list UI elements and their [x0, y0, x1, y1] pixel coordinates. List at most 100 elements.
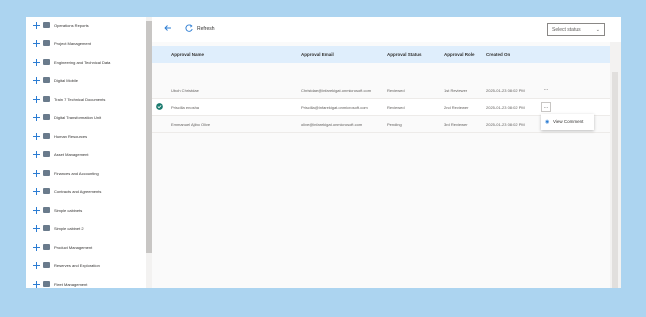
- folder-icon: [43, 114, 50, 120]
- expand-icon[interactable]: [33, 21, 40, 29]
- cell-created: 2025-01-23 08:02 PM: [486, 105, 525, 110]
- sidebar-item-engineering[interactable]: Engineering and Technical Data: [33, 56, 110, 68]
- sidebar-item-fleet[interactable]: Fleet Management: [33, 278, 87, 288]
- folder-icon: [43, 133, 50, 139]
- main-panel: Refresh Select status ⌄ Approval Name Ap…: [152, 17, 621, 288]
- sidebar-item-simple-cabinet-2[interactable]: Simple cabinet 2: [33, 222, 84, 234]
- folder-icon: [43, 225, 50, 231]
- folder-icon: [43, 96, 50, 102]
- column-header-email[interactable]: Approval Email: [301, 52, 334, 57]
- folder-icon: [43, 207, 50, 213]
- expand-icon[interactable]: [33, 95, 40, 103]
- folder-icon: [43, 281, 50, 287]
- folder-icon: [43, 77, 50, 83]
- status-filter-select[interactable]: Select status ⌄: [547, 23, 605, 36]
- sidebar-tree: Operations Reports Project Management En…: [26, 17, 152, 288]
- sidebar-item-reserves[interactable]: Reserves and Exploration: [33, 259, 100, 271]
- expand-icon[interactable]: [33, 113, 40, 121]
- expand-icon[interactable]: [33, 39, 40, 47]
- cell-status: Reviewed: [387, 105, 405, 110]
- chevron-down-icon: ⌄: [595, 27, 600, 33]
- expand-icon[interactable]: [33, 132, 40, 140]
- table-row[interactable]: Uboh Christdae Christdae@infarekigat.onm…: [152, 82, 610, 99]
- folder-icon: [43, 22, 50, 28]
- view-comment-menu-item[interactable]: View Comment: [553, 119, 583, 124]
- cell-name: Uboh Christdae: [171, 88, 199, 93]
- sidebar-item-asset-management[interactable]: Asset Management: [33, 148, 88, 160]
- folder-icon: [43, 40, 50, 46]
- sidebar-item-label: Fleet Management: [54, 281, 88, 287]
- column-header-created[interactable]: Created On: [486, 52, 510, 57]
- grid-header: Approval Name Approval Email Approval St…: [152, 46, 610, 63]
- cell-created: 2025-01-23 08:02 PM: [486, 88, 525, 93]
- cell-email: Priscilla@infarekigat.onmicrosoft.com: [301, 105, 368, 110]
- sidebar-item-label: Simple cabinets: [54, 207, 83, 213]
- sidebar-item-label: Digital Transformation Unit: [54, 114, 102, 120]
- sidebar-item-label: Project Management: [54, 40, 91, 46]
- folder-icon: [43, 151, 50, 157]
- row-more-button[interactable]: ...: [541, 102, 551, 112]
- cell-created: 2025-01-23 08:02 PM: [486, 122, 525, 127]
- sidebar-item-digital-mobile[interactable]: Digital Mobile: [33, 74, 78, 86]
- expand-icon[interactable]: [33, 58, 40, 66]
- expand-icon[interactable]: [33, 243, 40, 251]
- cell-status: Pending: [387, 122, 402, 127]
- sidebar-item-label: Reserves and Exploration: [54, 262, 100, 268]
- sidebar-item-label: Simple cabinet 2: [54, 225, 84, 231]
- sidebar-item-finances[interactable]: Finances and Accounting: [33, 167, 99, 179]
- expand-icon[interactable]: [33, 224, 40, 232]
- expand-icon[interactable]: [33, 280, 40, 288]
- grid-scroll-thumb[interactable]: [612, 72, 618, 288]
- check-circle-icon[interactable]: [156, 103, 163, 110]
- cell-role: 2nd Reviewer: [444, 105, 469, 110]
- expand-icon[interactable]: [33, 187, 40, 195]
- sidebar-item-label: Contracts and Agreements: [54, 188, 102, 194]
- sidebar-item-train7[interactable]: Train 7 Technical Documents: [33, 93, 105, 105]
- expand-icon[interactable]: [33, 150, 40, 158]
- expand-icon[interactable]: [33, 76, 40, 84]
- sidebar-item-project-management[interactable]: Project Management: [33, 37, 91, 49]
- column-header-name[interactable]: Approval Name: [171, 52, 204, 57]
- sidebar-item-label: Engineering and Technical Data: [54, 59, 111, 65]
- folder-icon: [43, 188, 50, 194]
- approvals-grid: Approval Name Approval Email Approval St…: [152, 42, 610, 288]
- expand-icon[interactable]: [33, 206, 40, 214]
- expand-icon[interactable]: [33, 261, 40, 269]
- expand-icon[interactable]: [33, 169, 40, 177]
- folder-icon: [43, 170, 50, 176]
- cell-email: Christdae@infarekigat.onmicrosoft.com: [301, 88, 372, 93]
- sidebar-item-label: Digital Mobile: [54, 77, 79, 83]
- sidebar-item-label: Human Resources: [54, 133, 88, 139]
- folder-icon: [43, 59, 50, 65]
- sidebar-item-label: Product Management: [54, 244, 93, 250]
- cell-name: Emmanuel Ajibo Olive: [171, 122, 211, 127]
- cell-status: Reviewed: [387, 88, 405, 93]
- folder-icon: [43, 244, 50, 250]
- column-header-role[interactable]: Approval Role: [444, 52, 475, 57]
- refresh-button-label[interactable]: Refresh: [197, 26, 215, 32]
- sidebar-item-label: Asset Management: [54, 151, 89, 157]
- row-context-menu: ◉ View Comment: [541, 114, 594, 130]
- sidebar-item-label: Operations Reports: [54, 22, 89, 28]
- comment-icon: ◉: [545, 119, 550, 125]
- status-select-placeholder: Select status: [552, 27, 581, 33]
- cell-role: 1st Reviewer: [444, 88, 468, 93]
- back-arrow-icon[interactable]: [163, 23, 173, 33]
- sidebar-item-label: Finances and Accounting: [54, 170, 99, 176]
- app-window: Operations Reports Project Management En…: [26, 17, 621, 288]
- sidebar-item-operations-reports[interactable]: Operations Reports: [33, 19, 89, 31]
- cell-role: 3rd Reviewer: [444, 122, 468, 127]
- toolbar: Refresh Select status ⌄: [152, 17, 621, 43]
- sidebar-item-digital-transformation[interactable]: Digital Transformation Unit: [33, 111, 101, 123]
- folder-icon: [43, 262, 50, 268]
- cell-name: Priscilla enosha: [171, 105, 200, 110]
- sidebar-item-product-management[interactable]: Product Management: [33, 241, 92, 253]
- sidebar-item-simple-cabinets[interactable]: Simple cabinets: [33, 204, 82, 216]
- refresh-icon[interactable]: [184, 23, 194, 33]
- column-header-status[interactable]: Approval Status: [387, 52, 422, 57]
- cell-email: olive@infarekigat.onmicrosoft.com: [301, 122, 363, 127]
- sidebar-item-label: Train 7 Technical Documents: [54, 96, 106, 102]
- row-more-button[interactable]: ...: [541, 85, 551, 95]
- sidebar-item-contracts[interactable]: Contracts and Agreements: [33, 185, 101, 197]
- sidebar-item-human-resources[interactable]: Human Resources: [33, 130, 87, 142]
